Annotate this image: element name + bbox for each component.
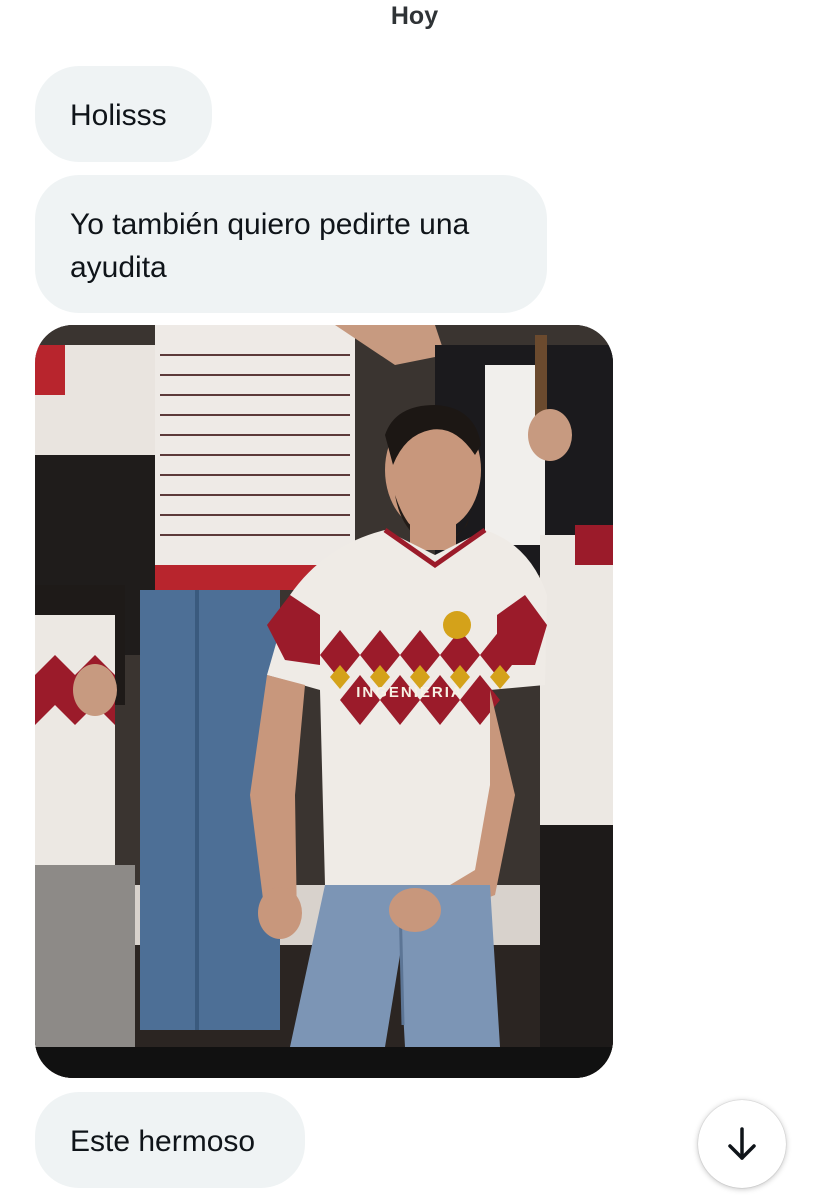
- message-bubble[interactable]: Yo también quiero pedirte una ayudita: [35, 175, 547, 313]
- photo-illustration: INGENIERIA: [35, 325, 613, 1078]
- scroll-to-bottom-button[interactable]: [698, 1100, 786, 1188]
- message-bubble[interactable]: Holisss: [35, 66, 212, 162]
- arrow-down-icon: [728, 1127, 756, 1160]
- message-bubble[interactable]: Este hermoso: [35, 1092, 305, 1188]
- message-photo[interactable]: INGENIERIA: [35, 325, 613, 1078]
- date-separator: Hoy: [390, 2, 439, 30]
- jersey-text: INGENIERIA: [356, 684, 464, 701]
